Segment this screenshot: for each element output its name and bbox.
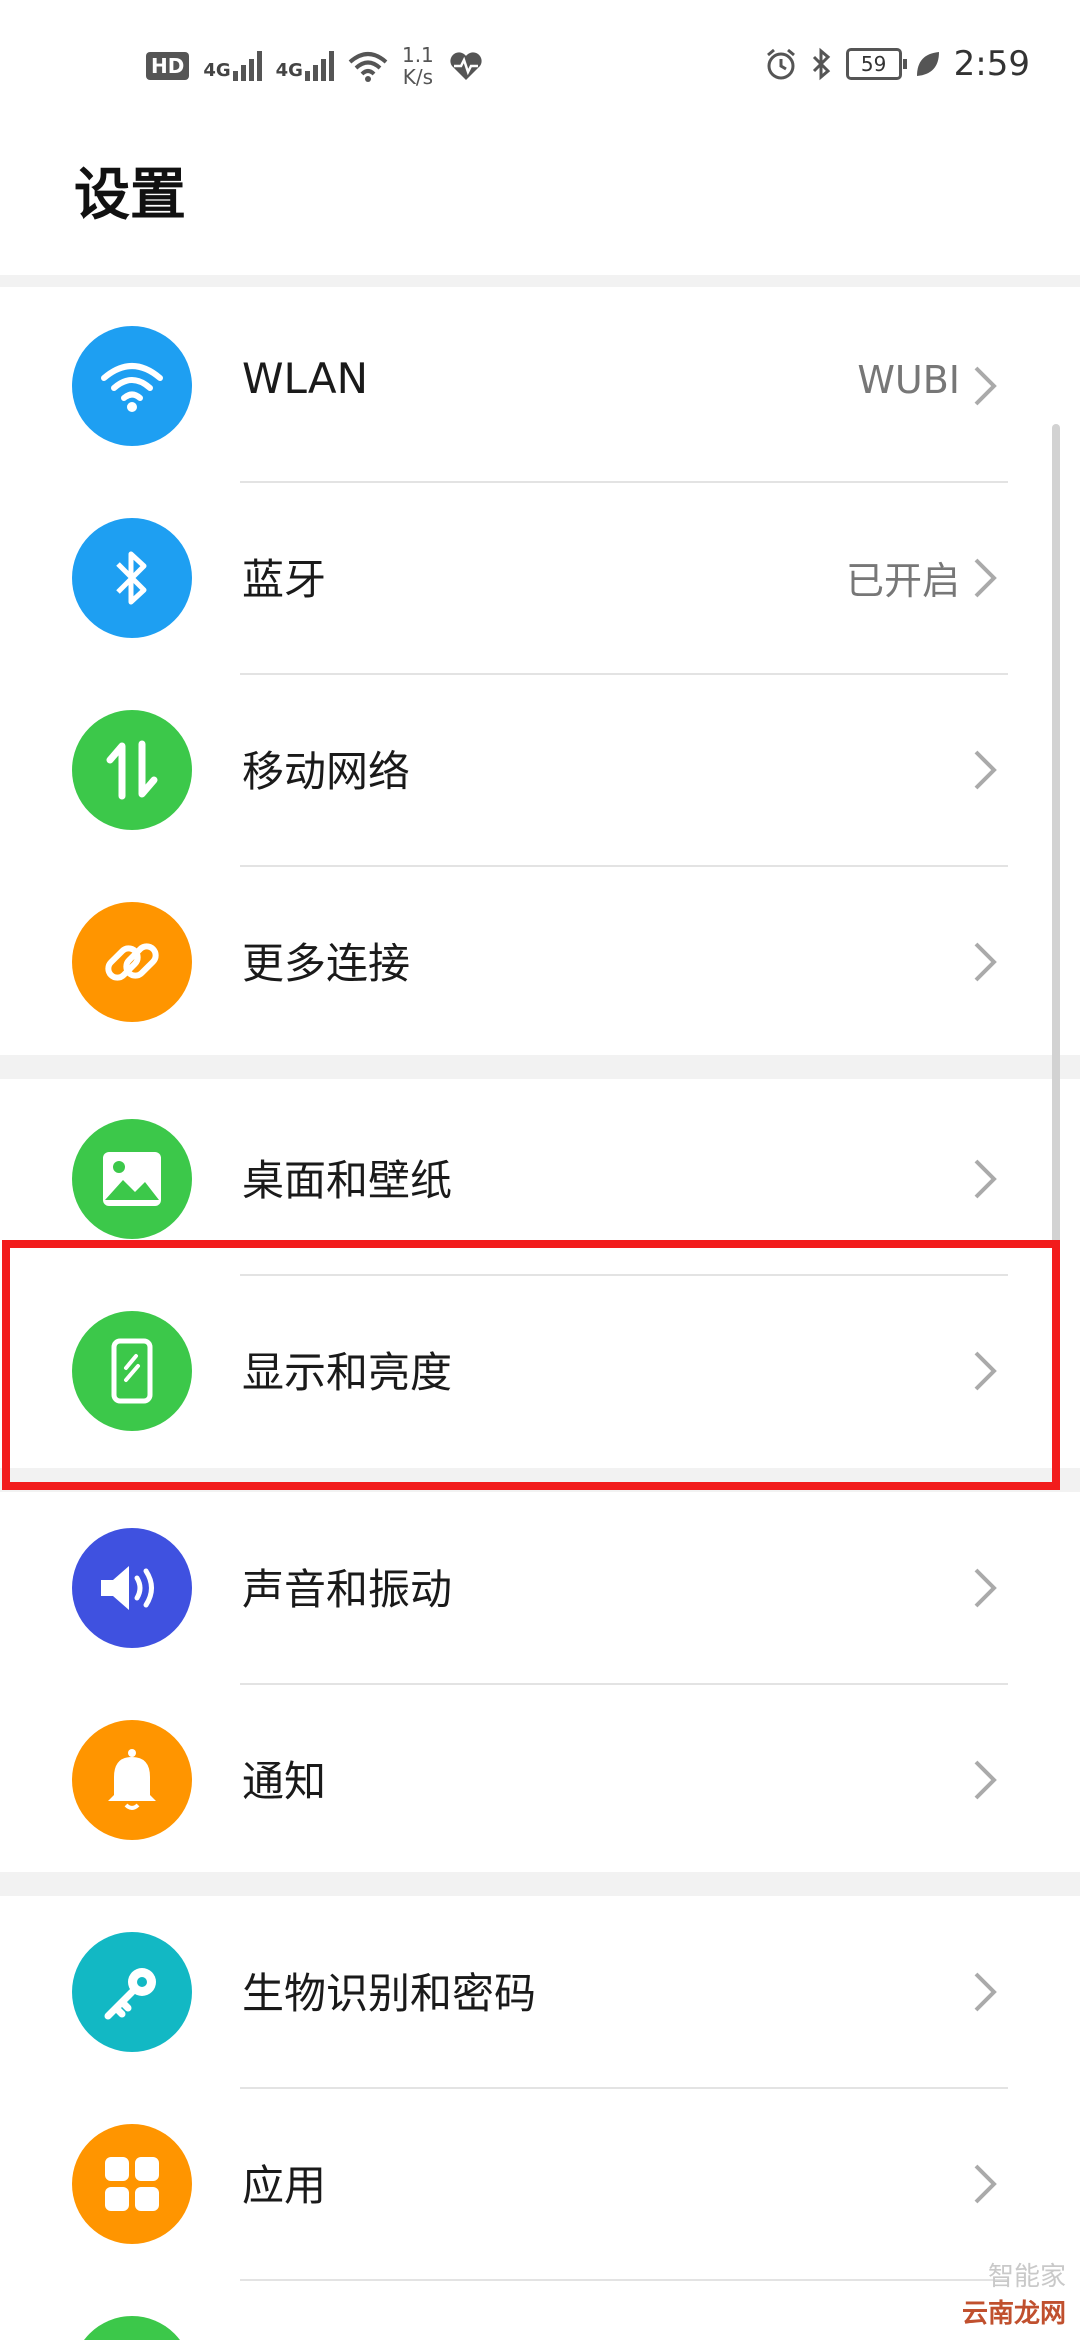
speed-unit: K/s	[402, 65, 434, 89]
health-heart-icon	[450, 52, 482, 80]
watermark: 智能家 云南龙网	[961, 2256, 1066, 2330]
chevron-right-icon	[974, 1568, 997, 1608]
settings-item-label: 通知	[242, 1757, 327, 1806]
wifi-icon	[72, 326, 192, 446]
chevron-right-icon	[974, 1972, 997, 2012]
settings-item-wlan[interactable]: WLAN WUBI	[0, 290, 1080, 482]
status-bar: HD 4G 4G 1.1 K/s 59 2:59	[0, 0, 1080, 130]
picture-icon	[72, 1119, 192, 1239]
sim2-network-type: 4G	[275, 60, 303, 81]
partial-settings-icon	[72, 2316, 192, 2340]
mobile-data-icon	[72, 710, 192, 830]
settings-item-label: 应用	[242, 2161, 327, 2210]
link-icon	[72, 902, 192, 1022]
settings-item-apps[interactable]: 应用	[0, 2088, 1080, 2280]
bluetooth-status-icon	[812, 47, 830, 81]
key-icon	[72, 1932, 192, 2052]
status-left: HD 4G 4G 1.1 K/s	[146, 44, 484, 88]
alarm-icon	[766, 48, 795, 80]
page-title: 设置	[74, 163, 186, 228]
section-separator	[0, 275, 1080, 287]
settings-item-notifications[interactable]: 通知	[0, 1684, 1080, 1876]
chevron-right-icon	[974, 942, 997, 982]
leaf-icon	[916, 52, 939, 76]
wifi-status-icon	[348, 52, 388, 82]
settings-item-value: WUBI	[857, 358, 960, 402]
clock: 2:59	[953, 44, 1030, 84]
settings-item-label: 更多连接	[242, 939, 411, 988]
highlight-box	[2, 1240, 1060, 1490]
battery-icon: 59	[845, 48, 907, 80]
settings-item-partial[interactable]	[0, 2280, 1080, 2340]
sim1-network-type: 4G	[203, 60, 231, 81]
settings-item-label: 移动网络	[242, 747, 411, 796]
settings-item-more-connections[interactable]: 更多连接	[0, 866, 1080, 1058]
settings-item-label: 桌面和壁纸	[242, 1156, 453, 1205]
bluetooth-icon	[72, 518, 192, 638]
status-right: 59 2:59	[764, 44, 1030, 84]
watermark-line2: 云南龙网	[961, 2293, 1066, 2330]
sim2-signal-icon: 4G	[276, 51, 334, 81]
speaker-icon	[72, 1528, 192, 1648]
settings-item-label: 声音和振动	[242, 1565, 453, 1614]
network-speed: 1.1 K/s	[402, 44, 434, 88]
chevron-right-icon	[974, 1760, 997, 1800]
settings-item-label: 生物识别和密码	[242, 1969, 537, 2018]
speed-value: 1.1	[401, 43, 434, 67]
hd-voice-badge: HD	[146, 52, 190, 80]
bell-icon	[72, 1720, 192, 1840]
watermark-line1: 智能家	[987, 2262, 1066, 2292]
section-separator	[0, 1055, 1080, 1079]
settings-item-mobile-network[interactable]: 移动网络	[0, 674, 1080, 866]
chevron-right-icon	[974, 366, 997, 406]
chevron-right-icon	[974, 1159, 997, 1199]
settings-item-value: 已开启	[845, 559, 960, 603]
settings-item-label: WLAN	[242, 354, 369, 403]
settings-item-sound-vibration[interactable]: 声音和振动	[0, 1492, 1080, 1684]
chevron-right-icon	[974, 750, 997, 790]
apps-icon	[72, 2124, 192, 2244]
chevron-right-icon	[974, 558, 997, 598]
chevron-right-icon	[974, 2164, 997, 2204]
settings-item-biometrics-password[interactable]: 生物识别和密码	[0, 1896, 1080, 2088]
settings-item-label: 蓝牙	[242, 555, 327, 604]
settings-item-bluetooth[interactable]: 蓝牙 已开启	[0, 482, 1080, 674]
sim1-signal-icon: 4G	[203, 51, 262, 81]
